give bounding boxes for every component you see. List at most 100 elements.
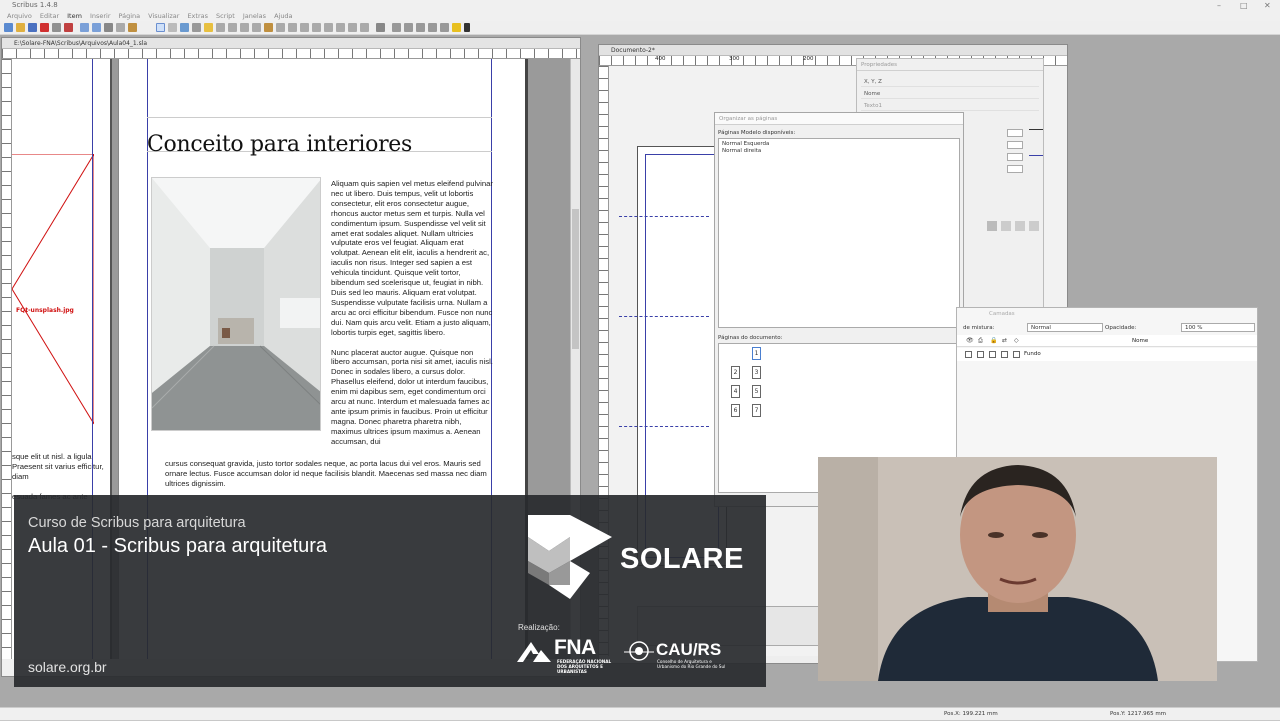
- fna-logo-text: FNA: [554, 636, 596, 659]
- solare-brand: SOLARE: [620, 543, 744, 575]
- properties-xyz-tab[interactable]: X, Y, Z: [861, 77, 1039, 87]
- menu-pagina[interactable]: Página: [115, 11, 145, 21]
- link-frames-icon[interactable]: [324, 23, 333, 32]
- unlink-frames-icon[interactable]: [336, 23, 345, 32]
- text-column[interactable]: Aliquam quis sapien vel metus eleifend p…: [331, 179, 493, 457]
- menu-script[interactable]: Script: [212, 11, 239, 21]
- y-spinbox[interactable]: [1007, 141, 1023, 149]
- scrollbar-thumb[interactable]: [572, 209, 579, 349]
- layer-print-checkbox[interactable]: [977, 351, 984, 358]
- eyedropper-icon[interactable]: [376, 23, 385, 32]
- layer-lock-checkbox[interactable]: [989, 351, 996, 358]
- flip-vertical-icon[interactable]: [1015, 221, 1025, 231]
- page-thumb-4[interactable]: 4: [731, 385, 740, 398]
- page-thumb-3[interactable]: 3: [752, 366, 761, 379]
- pdf-checkbox-icon[interactable]: [416, 23, 425, 32]
- polygon-icon[interactable]: [228, 23, 237, 32]
- menu-editar[interactable]: Editar: [36, 11, 63, 21]
- vertical-ruler[interactable]: [2, 59, 12, 659]
- main-toolbar: [0, 21, 1280, 35]
- print-icon[interactable]: [52, 23, 61, 32]
- basepoint-icon[interactable]: [987, 221, 997, 231]
- video-lower-third: Curso de Scribus para arquitetura Aula 0…: [14, 495, 766, 687]
- master-normal-direita[interactable]: Normal direita: [722, 148, 761, 154]
- menu-item[interactable]: Item: [63, 11, 86, 21]
- minimize-icon[interactable]: –: [1217, 0, 1221, 11]
- layer-row-fundo[interactable]: Fundo: [957, 348, 1257, 361]
- width-spinbox[interactable]: [1007, 153, 1023, 161]
- page-thumb-2[interactable]: 2: [731, 366, 740, 379]
- menu-janelas[interactable]: Janelas: [239, 11, 270, 21]
- copy-properties-icon[interactable]: [360, 23, 369, 32]
- menu-extras[interactable]: Extras: [183, 11, 212, 21]
- menu-inserir[interactable]: Inserir: [86, 11, 115, 21]
- redo-icon[interactable]: [92, 23, 101, 32]
- image-frame-filename: FQt-unsplash.jpg: [16, 307, 74, 314]
- menu-ajuda[interactable]: Ajuda: [270, 11, 296, 21]
- undo-icon[interactable]: [80, 23, 89, 32]
- new-doc-icon[interactable]: [4, 23, 13, 32]
- paste-icon[interactable]: [128, 23, 137, 32]
- page-organizer-panel[interactable]: Organizar as páginas Páginas Modelo disp…: [714, 112, 964, 507]
- close-icon[interactable]: ✕: [1264, 0, 1271, 11]
- properties-name-value[interactable]: Texto1: [861, 101, 1039, 111]
- flip-horizontal-icon[interactable]: [1001, 221, 1011, 231]
- select-tool-icon[interactable]: [156, 23, 165, 32]
- presenter-video-frame: [818, 457, 1217, 681]
- maximize-icon[interactable]: □: [1240, 0, 1248, 11]
- open-icon[interactable]: [16, 23, 25, 32]
- layer-name[interactable]: Fundo: [1024, 351, 1041, 357]
- zoom-icon[interactable]: [288, 23, 297, 32]
- shape-icon[interactable]: [216, 23, 225, 32]
- pdf-combobox-icon[interactable]: [428, 23, 437, 32]
- horizontal-ruler[interactable]: [2, 49, 580, 59]
- bottom-text-frame[interactable]: cursus consequat gravida, justo tortor s…: [165, 459, 495, 489]
- close-doc-icon[interactable]: [40, 23, 49, 32]
- page-thumb-7[interactable]: 7: [752, 404, 761, 417]
- height-spinbox[interactable]: [1007, 165, 1023, 173]
- edit-content-icon[interactable]: [300, 23, 309, 32]
- column-paragraph-1: Aliquam quis sapien vel metus eleifend p…: [331, 179, 493, 337]
- line-icon[interactable]: [240, 23, 249, 32]
- ruler-label-200: 200: [803, 56, 814, 62]
- empty-image-frame[interactable]: [12, 154, 94, 429]
- copy-icon[interactable]: [116, 23, 125, 32]
- text-frame-icon[interactable]: [168, 23, 177, 32]
- link-annotation-icon[interactable]: [464, 23, 470, 32]
- render-frame-icon[interactable]: [192, 23, 201, 32]
- lock-icon[interactable]: [1029, 221, 1039, 231]
- pdf-icon[interactable]: [64, 23, 73, 32]
- opacity-spinbox[interactable]: 100 %: [1181, 323, 1255, 332]
- layer-name-header: Nome: [1132, 338, 1149, 344]
- layer-flow-checkbox[interactable]: [1001, 351, 1008, 358]
- pdf-textfield-icon[interactable]: [404, 23, 413, 32]
- save-icon[interactable]: [28, 23, 37, 32]
- menu-visualizar[interactable]: Visualizar: [144, 11, 183, 21]
- pdf-listbox-icon[interactable]: [440, 23, 449, 32]
- rotate-icon[interactable]: [276, 23, 285, 32]
- page-thumb-5[interactable]: 5: [752, 385, 761, 398]
- edit-text-icon[interactable]: [312, 23, 321, 32]
- page-heading[interactable]: Conceito para interiores: [147, 132, 412, 157]
- cut-icon[interactable]: [104, 23, 113, 32]
- pdf-button-icon[interactable]: [392, 23, 401, 32]
- page-thumb-6[interactable]: 6: [731, 404, 740, 417]
- image-frame-icon[interactable]: [180, 23, 189, 32]
- master-pages-list[interactable]: Normal Esquerda Normal direita: [718, 138, 960, 328]
- page-thumb-1[interactable]: 1: [752, 347, 761, 360]
- organizer-title: Organizar as páginas: [715, 113, 963, 125]
- layer-outline-checkbox[interactable]: [1013, 351, 1020, 358]
- bezier-icon[interactable]: [252, 23, 261, 32]
- annotation-icon[interactable]: [452, 23, 461, 32]
- menu-arquivo[interactable]: Arquivo: [3, 11, 36, 21]
- master-normal-esquerda[interactable]: Normal Esquerda: [722, 141, 769, 147]
- x-spinbox[interactable]: [1007, 129, 1023, 137]
- table-icon[interactable]: [204, 23, 213, 32]
- freehand-icon[interactable]: [264, 23, 273, 32]
- flow-icon: ⇄: [1002, 337, 1008, 344]
- solare-logo-icon: [528, 515, 612, 599]
- interior-photo[interactable]: [151, 177, 321, 431]
- blend-mode-select[interactable]: Normal: [1027, 323, 1103, 332]
- measure-icon[interactable]: [348, 23, 357, 32]
- layer-visible-checkbox[interactable]: [965, 351, 972, 358]
